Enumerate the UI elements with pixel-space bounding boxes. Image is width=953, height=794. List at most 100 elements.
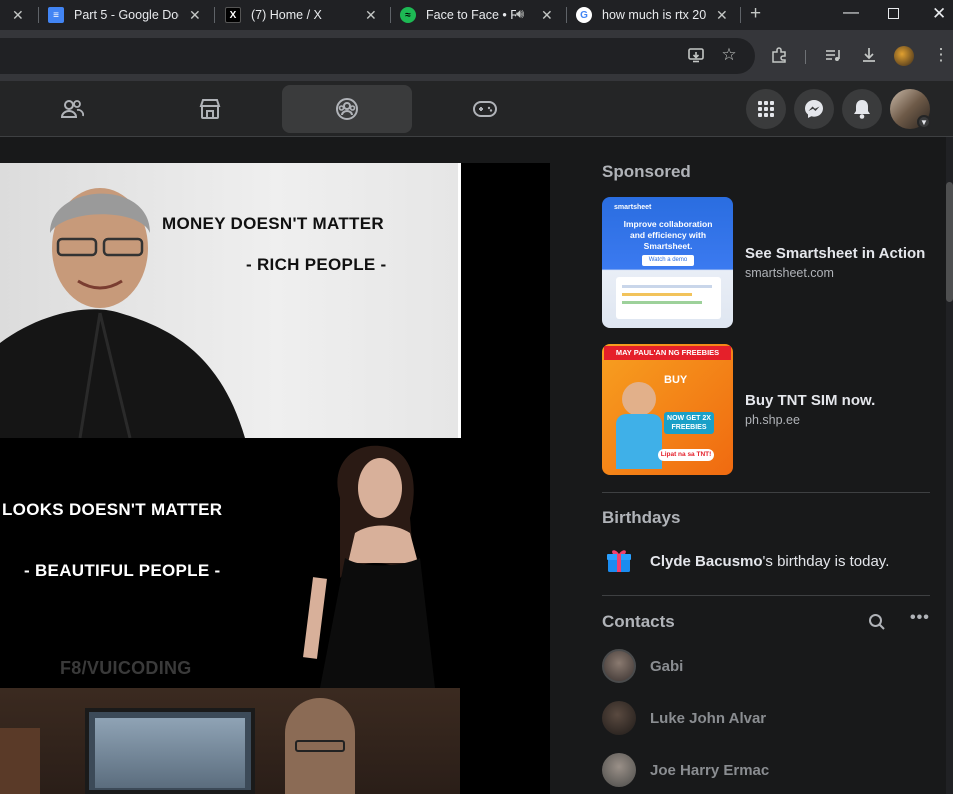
nav-tab-groups[interactable] [282,85,412,133]
birthday-name[interactable]: Clyde Bacusmo [650,553,763,570]
tab-title: Part 5 - Google Doc [74,8,179,22]
sponsored-title: Sponsored [602,162,691,181]
contact-name: Joe Harry Ermac [650,761,770,779]
ad-title[interactable]: Buy TNT SIM now. [745,392,875,409]
contact-avatar [602,649,636,683]
ad-thumb-sheet [616,277,721,319]
scrollbar-thumb[interactable] [946,182,953,302]
extensions-icon[interactable] [768,44,790,66]
groups-icon [336,98,358,120]
notifications-button[interactable] [842,89,882,129]
address-bar[interactable] [0,38,755,74]
contact-item[interactable]: Joe Harry Ermac [602,750,769,790]
right-sidebar: Sponsored smartsheet Improve collaborati… [550,137,946,794]
ad-thumb-cta: Watch a demo [642,255,694,266]
maximize-button[interactable] [888,8,899,19]
meme-panel-middle: LOOKS DOESN'T MATTER - BEAUTIFUL PEOPLE … [0,438,460,688]
panel-border [458,163,461,438]
meme-panel-bottom [0,688,460,794]
contact-item[interactable]: Luke John Alvar [602,698,766,738]
nav-tab-marketplace[interactable] [145,85,275,133]
nav-tab-friends[interactable] [7,85,137,133]
gaming-icon [473,101,497,117]
bell-icon [854,100,870,119]
media-control-icon[interactable] [822,44,844,66]
messenger-button[interactable] [794,89,834,129]
contact-avatar [602,701,636,735]
contact-avatar [602,753,636,787]
man-photo [0,188,245,438]
tab-separator [390,7,391,23]
ad-thumb-banner: MAY PAUL'AN NG FREEBIES [604,346,731,360]
page-scrollbar[interactable] [946,137,953,794]
tab-spotify[interactable]: ≈ Face to Face • R [400,0,560,30]
meme-panel-top: MONEY DOESN'T MATTER - RICH PEOPLE - [0,163,460,438]
ad-thumb-row [622,293,692,296]
tab-close-icon[interactable]: ✕ [541,7,553,24]
divider [602,492,930,493]
ad-thumb-row [622,285,712,288]
post-image[interactable]: MONEY DOESN'T MATTER - RICH PEOPLE - LOO… [0,163,550,794]
install-app-icon[interactable] [685,44,707,66]
chevron-down-icon[interactable]: ▼ [917,115,931,129]
ad-thumbnail-smartsheet[interactable]: smartsheet Improve collaboration and eff… [602,197,733,328]
more-options-icon[interactable]: ••• [910,609,930,627]
woman-photo [303,445,435,688]
watermark-text: F8/VUICODING [60,658,192,678]
tab-separator [214,7,215,23]
speaker-icon[interactable]: 🔊︎ [516,6,524,22]
contact-item[interactable]: Gabi [602,646,683,686]
news-feed: MONEY DOESN'T MATTER - RICH PEOPLE - LOO… [0,137,550,794]
tab-title: how much is rtx 20 [602,8,707,22]
tab-x-home[interactable]: X (7) Home / X [225,0,385,30]
browser-toolbar: ☆ ⋮ [0,30,953,81]
download-icon[interactable] [858,44,880,66]
ad-thumb-get: NOW GET 2X FREEBIES [664,412,714,434]
messenger-icon [805,100,823,118]
ad-thumb-text: Improve collaboration and efficiency wit… [623,219,713,251]
bookmark-star-icon[interactable]: ☆ [718,44,740,66]
chrome-menu-icon[interactable]: ⋮ [930,44,952,66]
tab-close-icon[interactable]: ✕ [189,7,201,24]
ad-thumb-row [622,301,702,304]
contact-name: Gabi [650,657,684,675]
tab-close-icon[interactable]: ✕ [12,7,24,24]
birthdays-title: Birthdays [602,508,681,527]
tab-close-icon[interactable]: ✕ [716,7,728,24]
docs-icon: ≡ [48,7,64,23]
nav-tab-gaming[interactable] [420,85,550,133]
profile-avatar[interactable] [894,46,914,66]
ad-thumb-buy: BUY [664,374,688,386]
tab-close-icon[interactable]: ✕ [365,7,377,24]
close-window-button[interactable]: ✕ [932,4,946,24]
minimize-button[interactable]: — [843,4,859,22]
facebook-top-nav: ▼ [0,81,953,137]
contacts-title: Contacts [602,612,675,631]
ad-domain: ph.shp.ee [745,413,800,427]
friends-icon [60,100,84,118]
search-contacts-icon[interactable] [868,613,886,636]
birthday-text[interactable]: Clyde Bacusmo's birthday is today. [650,553,889,570]
ad-domain: smartsheet.com [745,266,834,280]
toolbar-separator [805,50,806,64]
tab-separator [38,7,39,23]
tab-separator [740,7,741,23]
meme-line-3: LOOKS DOESN'T MATTER [2,500,223,519]
new-tab-button[interactable]: + [750,3,761,25]
ad-thumb-cta: Lipat na sa TNT! [658,449,714,461]
ad-title[interactable]: See Smartsheet in Action [745,245,925,262]
tab-google-search[interactable]: G how much is rtx 20 [576,0,736,30]
meme-line-2: - RICH PEOPLE - [246,255,387,274]
meme-line-1: MONEY DOESN'T MATTER [162,214,384,233]
grid-menu-icon [758,101,774,117]
shelf-shape [0,728,40,794]
ad-thumbnail-tnt[interactable]: MAY PAUL'AN NG FREEBIES BUY NOW GET 2X F… [602,344,733,475]
menu-button[interactable] [746,89,786,129]
birthday-suffix: 's birthday is today. [762,553,890,570]
browser-tab-strip: ✕ ≡ Part 5 - Google Doc ✕ X (7) Home / X… [0,0,953,30]
contact-name: Luke John Alvar [650,709,767,727]
divider [602,595,930,596]
tab-separator [566,7,567,23]
tab-title: (7) Home / X [251,8,322,22]
spotify-icon: ≈ [400,7,416,23]
